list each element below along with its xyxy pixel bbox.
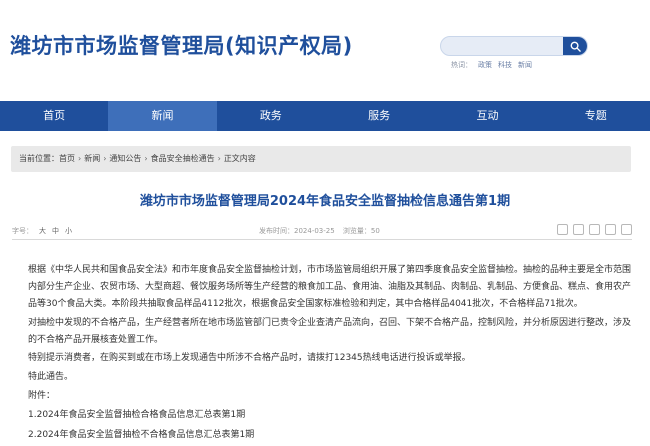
site-title[interactable]: 潍坊市市场监督管理局(知识产权局) [10,30,353,60]
search-icon [570,41,581,52]
main-nav: 首页 新闻 政务 服务 互动 专题 [0,101,650,131]
breadcrumb-separator: › [103,154,107,163]
search-box [440,36,588,56]
share-icon[interactable] [621,224,632,235]
hot-words: 热词： 政策 科技 新闻 [451,60,538,70]
breadcrumb-separator: › [217,154,221,163]
hot-words-label: 热词： [451,61,472,69]
body-paragraph: 根据《中华人民共和国食品安全法》和市年度食品安全监督抽检计划，市市场监管局组织开… [28,265,632,309]
nav-item-government[interactable]: 政务 [217,101,325,131]
font-size-label: 字号： [12,227,33,235]
share-icon[interactable] [605,224,616,235]
hot-word-link[interactable]: 新闻 [518,61,532,69]
breadcrumb-item[interactable]: 食品安全抽检通告 [151,154,215,163]
attachment-link[interactable]: 1.2024年食品安全监督抽检合格食品信息汇总表第1期 [28,407,634,424]
breadcrumb-current: 正文内容 [223,154,256,163]
site-header: 潍坊市市场监督管理局(知识产权局) 热词： 政策 科技 新闻 [0,0,650,100]
search-button[interactable] [563,37,587,55]
body-paragraph: 对抽检中发现的不合格产品，生产经营者所在地市场监管部门已责令企业查清产品流向，召… [28,318,632,345]
share-icon[interactable] [557,224,568,235]
search-input[interactable] [441,37,563,55]
breadcrumb-item[interactable]: 新闻 [84,154,100,163]
font-size-small[interactable]: 小 [65,227,72,235]
attachment-link[interactable]: 2.2024年食品安全监督抽检不合格食品信息汇总表第1期 [28,427,634,444]
breadcrumb-separator: › [144,154,148,163]
hot-word-link[interactable]: 科技 [498,61,512,69]
nav-item-news[interactable]: 新闻 [108,101,217,131]
nav-item-topics[interactable]: 专题 [542,101,650,131]
share-icon[interactable] [573,224,584,235]
nav-item-interaction[interactable]: 互动 [433,101,541,131]
hot-word-link[interactable]: 政策 [478,61,492,69]
breadcrumb-prefix: 当前位置： [19,154,59,163]
breadcrumb: 当前位置：首页 › 新闻 › 通知公告 › 食品安全抽检通告 › 正文内容 [11,146,631,172]
font-size-large[interactable]: 大 [39,227,46,235]
nav-item-home[interactable]: 首页 [0,101,108,131]
nav-item-service[interactable]: 服务 [325,101,433,131]
body-paragraph: 特别提示消费者，在购买到或在市场上发现通告中所涉不合格产品时，请拨打12345热… [28,353,471,363]
breadcrumb-item[interactable]: 首页 [59,154,75,163]
breadcrumb-separator: › [78,154,82,163]
publish-time: 发布时间：2024-03-25 [259,227,335,235]
share-icon[interactable] [589,224,600,235]
body-paragraph: 附件： [28,391,56,401]
font-size-controls: 字号： 大中小 [12,226,72,236]
body-paragraph: 特此通告。 [28,372,74,382]
publish-info: 发布时间：2024-03-25 浏览量：50 [259,226,380,236]
article-meta: 字号： 大中小 发布时间：2024-03-25 浏览量：50 [12,220,632,240]
font-size-medium[interactable]: 中 [52,227,59,235]
view-count: 浏览量：50 [342,227,380,235]
breadcrumb-item[interactable]: 通知公告 [109,154,141,163]
article-title: 潍坊市市场监督管理局2024年食品安全监督抽检信息通告第1期 [139,194,511,209]
share-icons [557,224,632,235]
